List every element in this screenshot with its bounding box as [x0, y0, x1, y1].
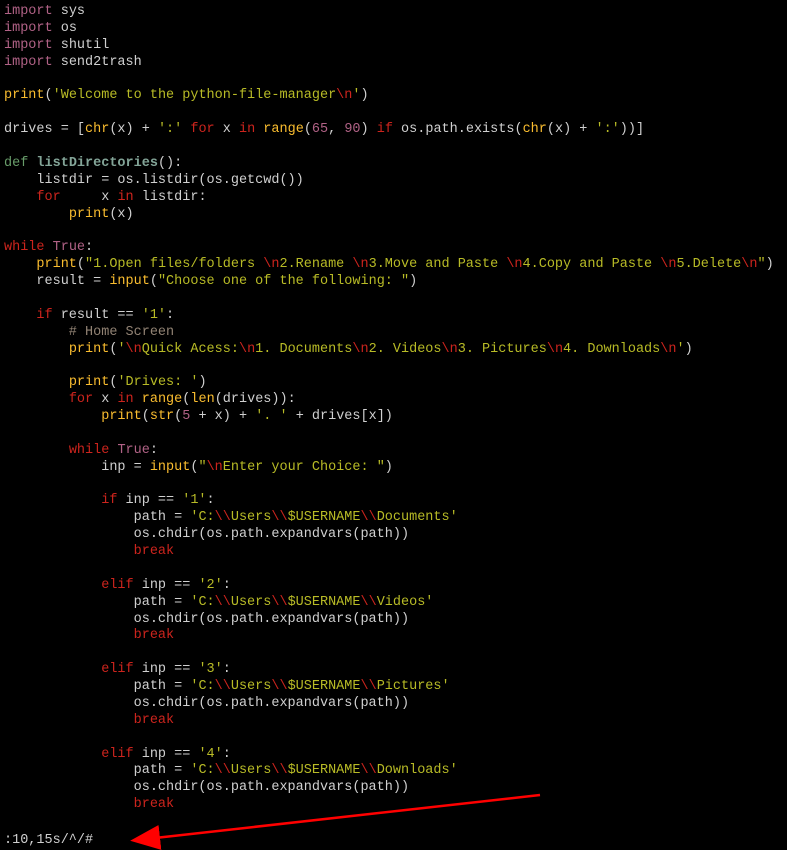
- def-keyword: def: [4, 156, 28, 171]
- while-keyword: while: [4, 240, 45, 255]
- import-keyword: import: [4, 4, 53, 19]
- comment: # Home Screen: [4, 325, 174, 340]
- function-name: listDirectories: [36, 156, 158, 171]
- print-call: print: [4, 88, 45, 103]
- import-keyword: import: [4, 38, 53, 53]
- string-literal: 'Welcome to the python-file-manager: [53, 88, 337, 103]
- escape-char: \n: [336, 88, 352, 103]
- import-keyword: import: [4, 55, 53, 70]
- module-name: os: [61, 21, 77, 36]
- module-name: send2trash: [61, 55, 142, 70]
- module-name: sys: [61, 4, 85, 19]
- import-keyword: import: [4, 21, 53, 36]
- module-name: shutil: [61, 38, 110, 53]
- code-editor[interactable]: import sys import os import shutil impor…: [0, 0, 787, 814]
- vim-command-line[interactable]: [4, 833, 304, 848]
- code-line: listdir = os.listdir(os.getcwd()): [4, 173, 304, 188]
